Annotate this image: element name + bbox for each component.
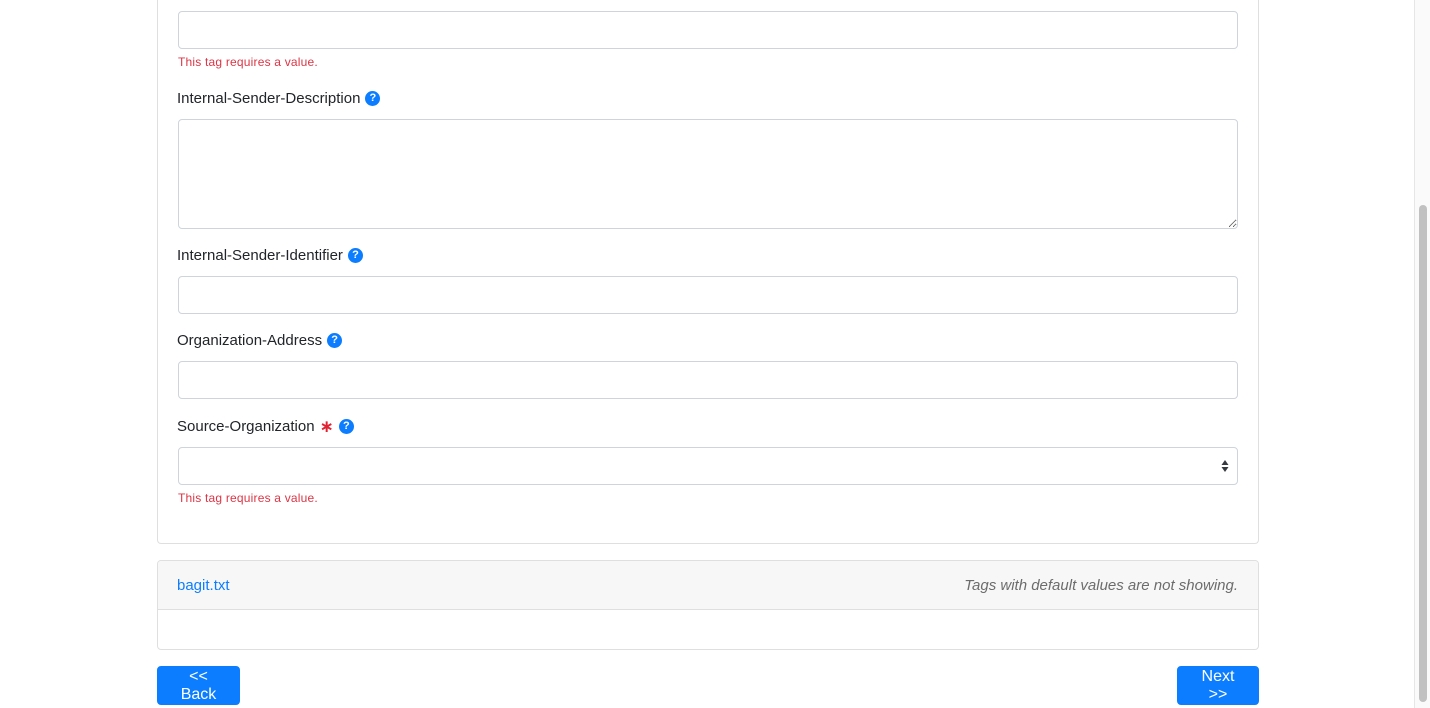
organization-address-label-text: Organization-Address xyxy=(177,332,323,349)
help-icon[interactable]: ? xyxy=(365,91,381,106)
tag-value-input[interactable] xyxy=(178,11,1238,49)
internal-sender-description-label: Internal-Sender-Description ? xyxy=(177,90,381,107)
organization-address-label: Organization-Address ? xyxy=(177,332,343,349)
help-icon[interactable]: ? xyxy=(327,333,343,348)
internal-sender-identifier-label: Internal-Sender-Identifier ? xyxy=(177,247,363,264)
tag-error-message: This tag requires a value. xyxy=(178,55,318,69)
source-organization-select[interactable] xyxy=(178,447,1238,485)
internal-sender-identifier-input[interactable] xyxy=(178,276,1238,314)
source-organization-label: Source-Organization ∗ ? xyxy=(177,418,354,435)
bagit-card-header: bagit.txt Tags with default values are n… xyxy=(158,561,1258,610)
organization-address-input[interactable] xyxy=(178,361,1238,399)
next-button[interactable]: Next >> xyxy=(1177,666,1259,705)
bagit-txt-link[interactable]: bagit.txt xyxy=(177,577,230,594)
back-button[interactable]: << Back xyxy=(157,666,240,705)
scrollbar-thumb[interactable] xyxy=(1419,205,1427,702)
internal-sender-description-label-text: Internal-Sender-Description xyxy=(177,90,361,107)
help-icon[interactable]: ? xyxy=(347,248,363,263)
bagit-card: bagit.txt Tags with default values are n… xyxy=(157,560,1259,650)
select-arrows-icon xyxy=(1221,460,1229,472)
required-asterisk-icon: ∗ xyxy=(319,417,334,436)
default-values-note: Tags with default values are not showing… xyxy=(964,577,1238,594)
page: This tag requires a value. Internal-Send… xyxy=(0,0,1430,708)
source-organization-label-text: Source-Organization xyxy=(177,418,315,435)
internal-sender-description-textarea[interactable] xyxy=(178,119,1238,229)
help-icon[interactable]: ? xyxy=(338,419,354,434)
internal-sender-identifier-label-text: Internal-Sender-Identifier xyxy=(177,247,343,264)
source-organization-error-message: This tag requires a value. xyxy=(178,491,318,505)
